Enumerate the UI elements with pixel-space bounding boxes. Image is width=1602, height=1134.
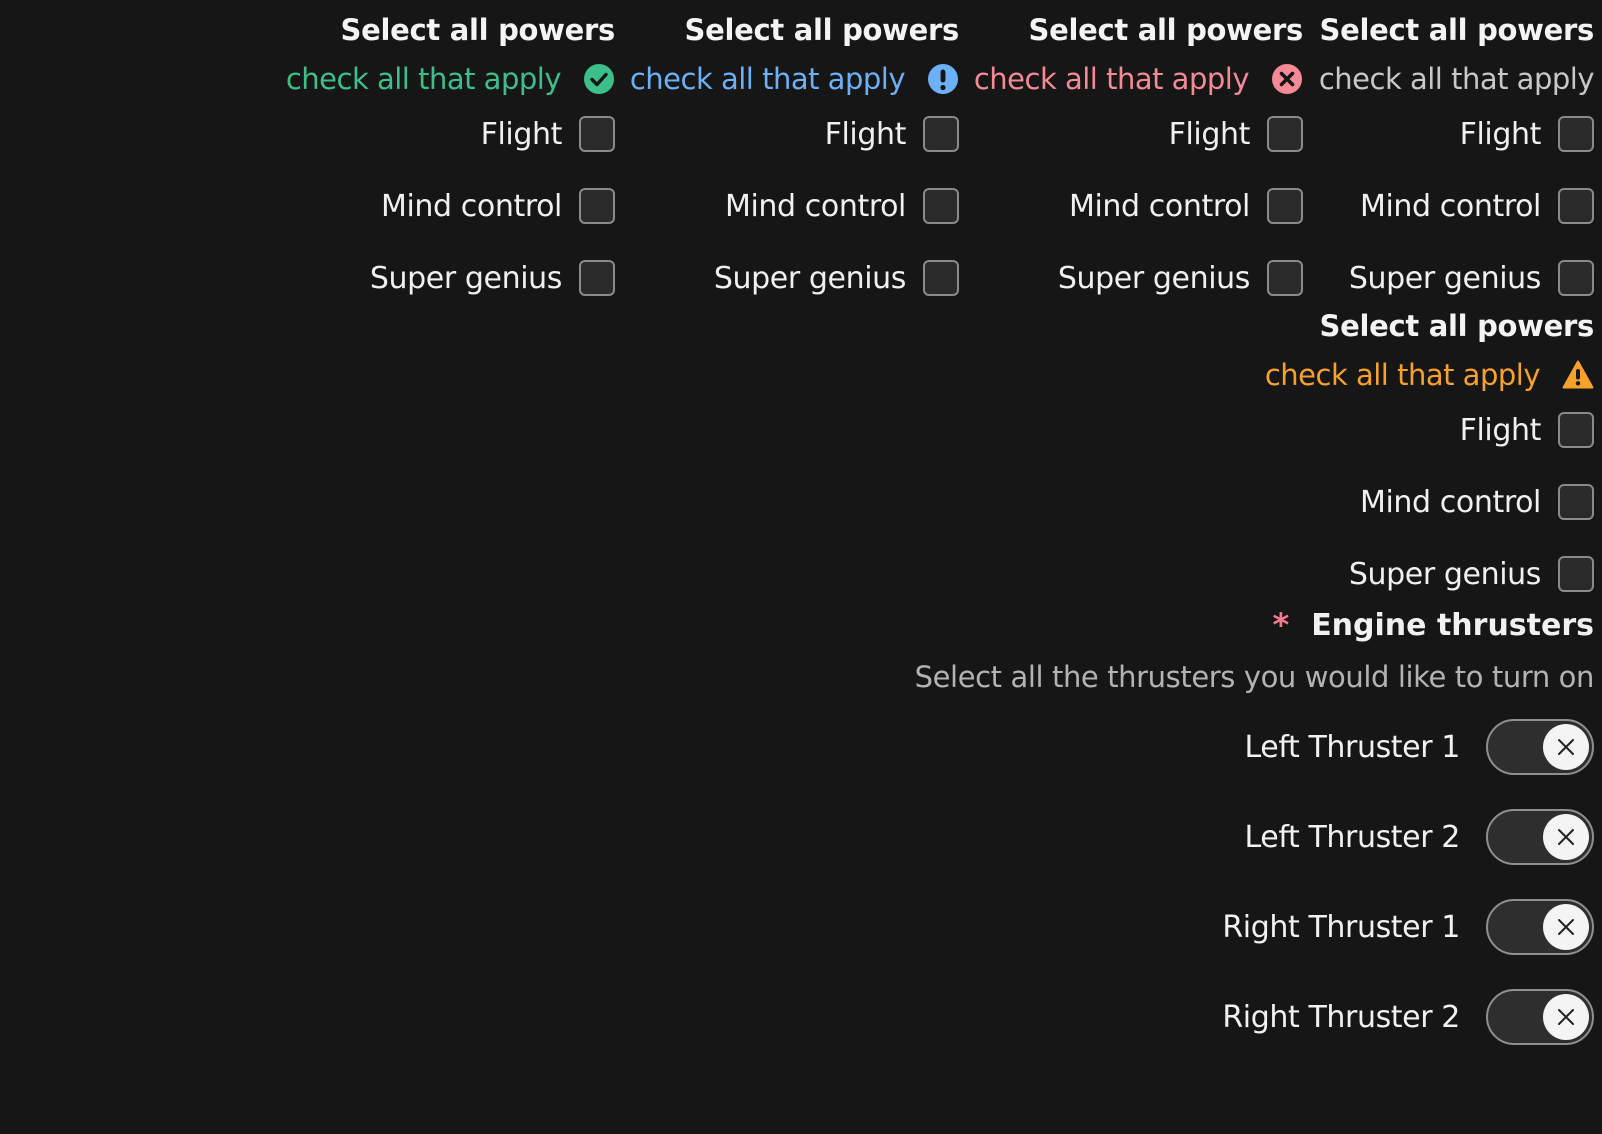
toggle-right-thruster-2[interactable]: Right Thruster 2 (1222, 989, 1594, 1045)
checkbox[interactable] (1558, 188, 1594, 224)
option-label: Flight (1459, 116, 1542, 152)
checkbox[interactable] (579, 116, 615, 152)
option-mind-control[interactable]: Mind control (1360, 483, 1594, 521)
option-flight[interactable]: Flight (481, 115, 615, 153)
helper-text: check all that apply (629, 62, 906, 96)
required-marker: * (1272, 606, 1290, 644)
group-helper-text: check all that apply (286, 59, 615, 99)
toggle-left-thruster-1[interactable]: Left Thruster 1 (1245, 719, 1594, 775)
engine-title: Engine thrusters (1311, 607, 1594, 643)
helper-text: check all that apply (1264, 358, 1541, 392)
group-title: Select all powers (1319, 309, 1595, 343)
powers-group-info: Select all powers check all that apply F… (630, 0, 959, 297)
check-circle-icon (583, 63, 615, 95)
toggle-switch[interactable] (1486, 809, 1594, 865)
checkbox[interactable] (579, 260, 615, 296)
toggle-label: Left Thruster 2 (1244, 819, 1461, 855)
group-helper-text: check all that apply (1318, 59, 1595, 99)
option-label: Super genius (1348, 556, 1542, 592)
x-icon (1543, 814, 1589, 860)
group-title: Select all powers (340, 13, 616, 47)
option-super-genius[interactable]: Super genius (370, 259, 615, 297)
toggle-label: Right Thruster 2 (1222, 999, 1460, 1035)
checkbox[interactable] (1558, 260, 1594, 296)
option-super-genius[interactable]: Super genius (1349, 555, 1594, 593)
toggle-switch[interactable] (1486, 989, 1594, 1045)
option-label: Mind control (380, 188, 562, 224)
toggle-switch[interactable] (1486, 719, 1594, 775)
option-label: Flight (480, 116, 563, 152)
option-label: Flight (824, 116, 907, 152)
option-label: Mind control (724, 188, 906, 224)
checkbox[interactable] (1558, 412, 1594, 448)
checkbox[interactable] (1558, 556, 1594, 592)
x-icon (1543, 994, 1589, 1040)
option-label: Super genius (713, 260, 907, 296)
option-label: Super genius (1348, 260, 1542, 296)
checkbox[interactable] (579, 188, 615, 224)
option-mind-control[interactable]: Mind control (1360, 187, 1594, 225)
page: Select all powers check all that apply F… (0, 0, 1602, 1134)
helper-text: check all that apply (1318, 62, 1595, 96)
powers-group-neutral: Select all powers check all that apply F… (914, 0, 1595, 1045)
toggle-switch[interactable] (1486, 899, 1594, 955)
option-super-genius[interactable]: Super genius (1349, 259, 1594, 297)
helper-text: check all that apply (285, 62, 562, 96)
option-label: Mind control (1359, 484, 1541, 520)
x-icon (1543, 724, 1589, 770)
toggle-label: Left Thruster 1 (1244, 729, 1461, 765)
group-title: Select all powers (1319, 13, 1595, 47)
group-helper-text: check all that apply (1265, 355, 1594, 395)
option-flight[interactable]: Flight (1460, 411, 1594, 449)
x-icon (1543, 904, 1589, 950)
option-mind-control[interactable]: Mind control (381, 187, 615, 225)
toggle-right-thruster-1[interactable]: Right Thruster 1 (1222, 899, 1594, 955)
group-helper-text: check all that apply (630, 59, 959, 99)
engine-helper-text: Select all the thrusters you would like … (914, 660, 1595, 694)
checkbox[interactable] (1558, 116, 1594, 152)
engine-group-title: * Engine thrusters (1272, 605, 1594, 645)
checkbox[interactable] (1558, 484, 1594, 520)
option-label: Mind control (1359, 188, 1541, 224)
option-flight[interactable]: Flight (1460, 115, 1594, 153)
option-label: Super genius (369, 260, 563, 296)
toggle-label: Right Thruster 1 (1222, 909, 1460, 945)
option-label: Flight (1459, 412, 1542, 448)
toggle-left-thruster-2[interactable]: Left Thruster 2 (1245, 809, 1594, 865)
powers-group-success: Select all powers check all that apply F… (286, 0, 615, 297)
warning-triangle-icon (1562, 359, 1594, 391)
